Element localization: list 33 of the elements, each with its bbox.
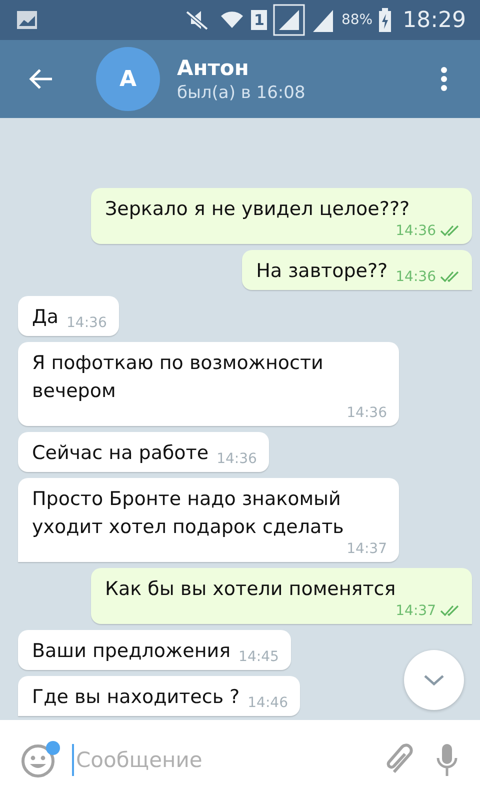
message-time: 14:46 <box>248 695 288 711</box>
battery-charging-icon <box>378 8 391 32</box>
chevron-down-icon <box>423 674 445 686</box>
message-time: 14:45 <box>238 649 279 665</box>
more-icon <box>440 66 448 92</box>
message-text: Я пофоткаю по возможности вечером <box>32 351 324 404</box>
message-time: 14:36 <box>346 405 387 421</box>
contact-name: Антон <box>177 56 250 80</box>
battery-percent: 88% <box>341 12 373 28</box>
sim-indicator: 1 <box>251 10 268 30</box>
signal-icon <box>273 4 306 36</box>
message-text: Где вы находитесь ? <box>32 685 240 710</box>
back-arrow-icon <box>28 68 54 90</box>
message-text: Да <box>32 305 58 330</box>
message-text: Как бы вы хотели поменятся <box>105 577 396 602</box>
last-seen: был(а) в 16:08 <box>177 82 306 102</box>
message-time: 14:36 <box>396 223 436 239</box>
gallery-icon <box>16 10 38 30</box>
message-text: Просто Бронте надо знакомый уходит хотел подарок сделать <box>32 487 345 540</box>
message-time: 14:37 <box>396 603 436 619</box>
scroll-down-button[interactable] <box>404 650 464 710</box>
avatar[interactable]: А <box>96 47 160 111</box>
message-text: На завторе?? <box>256 259 388 284</box>
message-text: Ваши предложения <box>32 639 231 664</box>
message-time: 14:36 <box>216 451 257 467</box>
message-text: Сейчас на работе <box>32 441 209 466</box>
message-time: 14:36 <box>66 315 107 331</box>
message-text: Зеркало я не увидел целое??? <box>105 197 410 222</box>
message-time: 14:36 <box>396 269 436 285</box>
message-time: 14:37 <box>346 541 387 557</box>
microphone-icon <box>434 742 460 778</box>
emoji-button[interactable] <box>20 741 58 779</box>
clock: 18:29 <box>402 8 466 32</box>
